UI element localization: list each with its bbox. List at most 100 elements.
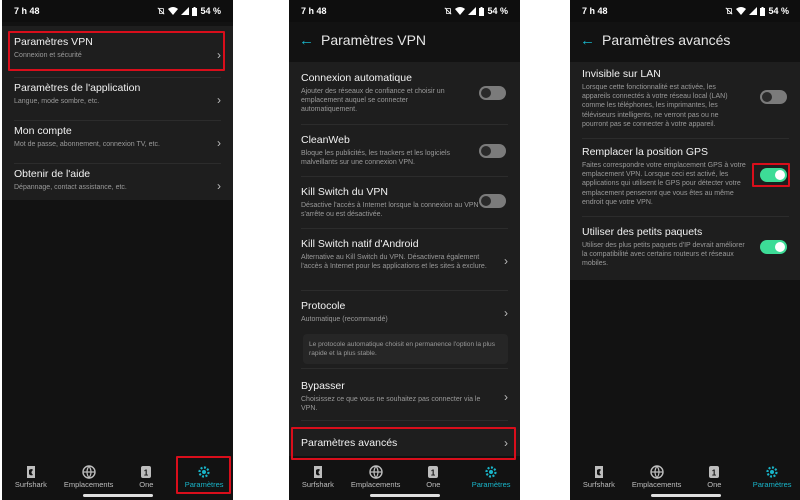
settings-item-subtitle: Langue, mode sombre, etc. — [14, 98, 100, 105]
one-badge-icon: 1 — [709, 466, 720, 478]
one-badge-icon: 1 — [141, 466, 152, 478]
setting-description: Automatique (recommandé) — [301, 316, 388, 323]
nav-surfshark[interactable]: Surfshark — [570, 464, 628, 489]
setting-description: Lorsque cette fonctionnalité est activée… — [582, 84, 728, 128]
setting-title: Utiliser des petits paquets — [582, 226, 703, 238]
settings-item-app[interactable]: Paramètres de l'application Langue, mode… — [2, 82, 233, 118]
gesture-bar — [369, 494, 440, 497]
nav-one[interactable]: 1 One — [686, 464, 744, 489]
globe-icon — [649, 465, 664, 479]
nav-surfshark[interactable]: Surfshark — [2, 464, 60, 489]
back-arrow-icon[interactable]: ← — [580, 32, 602, 49]
back-arrow-icon[interactable]: ← — [299, 32, 321, 49]
battery-icon — [760, 6, 766, 16]
wifi-icon — [168, 7, 179, 15]
setting-invisible-lan[interactable]: Invisible sur LAN Lorsque cette fonction… — [570, 68, 800, 136]
phone-screen-settings: 7 h 48 54 % Paramètres VPN Connexion et … — [2, 0, 233, 500]
nav-surfshark[interactable]: Surfshark — [289, 464, 347, 489]
nav-label: One — [426, 480, 441, 489]
nav-parametres[interactable]: Paramètres — [462, 464, 520, 489]
setting-kill-switch[interactable]: Kill Switch du VPN Désactive l'accès à I… — [289, 186, 520, 226]
setting-title: Invisible sur LAN — [582, 68, 661, 80]
status-bar: 7 h 48 54 % — [289, 0, 520, 22]
setting-kill-switch-android[interactable]: Kill Switch natif d'Android Alternative … — [289, 238, 520, 284]
one-badge-icon: 1 — [428, 466, 439, 478]
setting-connexion-automatique[interactable]: Connexion automatique Ajouter des réseau… — [289, 72, 520, 118]
settings-item-subtitle: Dépannage, contact assistance, etc. — [14, 184, 127, 191]
status-icons: 54 % — [725, 6, 789, 16]
phone-screen-vpn-settings: 7 h 48 54 % ← Paramètres VPN Connexion a… — [289, 0, 520, 500]
setting-bypasser[interactable]: Bypasser Choisissez ce que vous ne souha… — [289, 380, 520, 414]
setting-description: Ajouter des réseaux de confiance et choi… — [301, 88, 445, 114]
highlight-box — [291, 427, 516, 460]
battery-level: 54 % — [487, 6, 508, 16]
nav-label: One — [707, 480, 722, 489]
nav-one[interactable]: 1 One — [405, 464, 463, 489]
divider — [14, 77, 221, 78]
setting-description: Choisissez ce que vous ne souhaitez pas … — [301, 396, 481, 413]
one-badge-text: 1 — [712, 469, 717, 478]
status-time: 7 h 48 — [301, 6, 327, 16]
settings-item-title: Mon compte — [14, 125, 72, 137]
wifi-icon — [455, 7, 466, 15]
settings-item-subtitle: Mot de passe, abonnement, connexion TV, … — [14, 141, 160, 148]
divider — [301, 124, 508, 125]
chevron-right-icon: › — [217, 136, 221, 150]
protocol-note: Le protocole automatique choisit en perm… — [303, 334, 508, 364]
nav-label: Paramètres — [752, 480, 792, 489]
settings-item-help[interactable]: Obtenir de l'aide Dépannage, contact ass… — [2, 168, 233, 204]
nav-label: Surfshark — [14, 480, 47, 489]
divider — [582, 138, 789, 139]
status-bar: 7 h 48 54 % — [2, 0, 233, 22]
nav-label: One — [139, 480, 154, 489]
battery-icon — [192, 6, 198, 16]
setting-protocole[interactable]: Protocole Automatique (recommandé) › — [289, 300, 520, 326]
settings-item-account[interactable]: Mon compte Mot de passe, abonnement, con… — [2, 125, 233, 161]
nav-parametres[interactable]: Paramètres — [743, 464, 800, 489]
nav-one[interactable]: 1 One — [118, 464, 176, 489]
status-time: 7 h 48 — [582, 6, 608, 16]
setting-title: Connexion automatique — [301, 72, 412, 84]
divider — [14, 163, 221, 164]
setting-title: Kill Switch du VPN — [301, 186, 388, 198]
vpn-settings-card: Connexion automatique Ajouter des réseau… — [289, 62, 520, 456]
gesture-bar — [82, 494, 153, 497]
chevron-right-icon: › — [504, 254, 508, 268]
settings-item-title: Paramètres de l'application — [14, 82, 141, 94]
surfshark-logo-icon — [594, 466, 603, 478]
toggle-switch[interactable] — [479, 144, 506, 158]
cellular-signal-icon — [181, 7, 190, 15]
battery-level: 54 % — [200, 6, 221, 16]
toggle-switch[interactable] — [760, 240, 787, 254]
toggle-switch[interactable] — [479, 86, 506, 100]
setting-description: Bloque les publicités, les trackers et l… — [301, 150, 451, 167]
globe-icon — [368, 465, 383, 479]
toggle-switch[interactable] — [760, 90, 787, 104]
nav-emplacements[interactable]: Emplacements — [60, 464, 118, 489]
setting-description: Alternative au Kill Switch du VPN. Désac… — [301, 254, 487, 271]
surfshark-logo-icon — [313, 466, 322, 478]
nav-emplacements[interactable]: Emplacements — [347, 464, 405, 489]
page-title: Paramètres VPN — [321, 32, 427, 48]
one-badge-text: 1 — [431, 469, 436, 478]
setting-description: Utiliser des plus petits paquets d'IP de… — [582, 242, 745, 268]
status-bar: 7 h 48 54 % — [570, 0, 800, 22]
status-time: 7 h 48 — [14, 6, 40, 16]
setting-small-packets[interactable]: Utiliser des petits paquets Utiliser des… — [570, 226, 800, 272]
app-bar: ← Paramètres VPN — [289, 22, 520, 58]
setting-title: Protocole — [301, 300, 346, 312]
toggle-switch[interactable] — [479, 194, 506, 208]
gesture-bar — [650, 494, 721, 497]
mute-icon — [157, 7, 166, 15]
settings-item-title: Obtenir de l'aide — [14, 168, 91, 180]
divider — [301, 176, 508, 177]
nav-label: Paramètres — [471, 480, 511, 489]
setting-cleanweb[interactable]: CleanWeb Bloque les publicités, les trac… — [289, 134, 520, 174]
divider — [582, 216, 789, 217]
setting-title: Remplacer la position GPS — [582, 146, 709, 158]
setting-title: CleanWeb — [301, 134, 350, 146]
chevron-right-icon: › — [217, 179, 221, 193]
nav-emplacements[interactable]: Emplacements — [628, 464, 686, 489]
one-badge-text: 1 — [144, 469, 149, 478]
mute-icon — [444, 7, 453, 15]
